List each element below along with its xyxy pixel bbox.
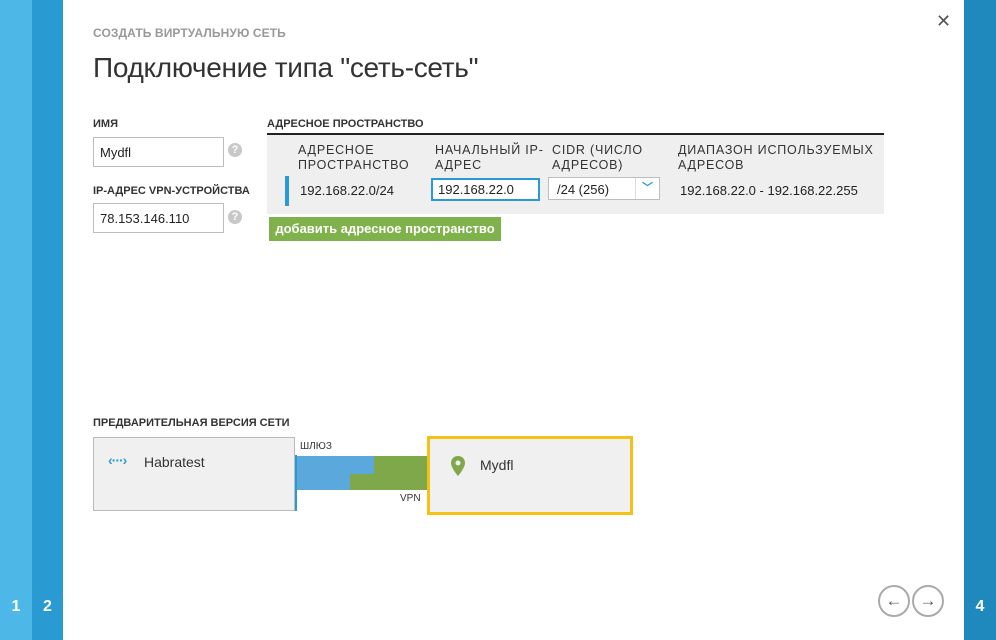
column-header-cidr: CIDR (ЧИСЛО АДРЕСОВ)	[552, 143, 643, 172]
column-header-address-space: АДРЕСНОЕ ПРОСТРАНСТВО	[298, 143, 410, 172]
wizard-label: СОЗДАТЬ ВИРТУАЛЬНУЮ СЕТЬ	[93, 26, 286, 40]
arrow-right-icon: →	[919, 591, 937, 610]
vpn-link-remote	[350, 474, 428, 490]
close-icon[interactable]: ✕	[936, 11, 951, 32]
vpn-label: VPN	[400, 493, 421, 504]
remote-network-tile[interactable]: Mydfl	[427, 436, 633, 515]
chevron-down-icon[interactable]: ﹀	[635, 178, 659, 199]
name-label: ИМЯ	[93, 118, 118, 130]
virtual-network-icon: ‹···›	[108, 452, 127, 468]
next-button[interactable]: →	[912, 585, 944, 617]
step-rail-4[interactable]: 4	[964, 0, 996, 640]
step-number-1: 1	[11, 598, 21, 615]
remote-network-name: Mydfl	[480, 457, 514, 473]
address-space-value: 192.168.22.0/24	[300, 183, 394, 198]
column-header-usable-range: ДИАПАЗОН ИСПОЛЬЗУЕМЫХ АДРЕСОВ	[678, 143, 874, 172]
add-address-space-button[interactable]: добавить адресное пространство	[269, 217, 501, 241]
step-rail-2[interactable]: 2	[32, 0, 63, 640]
network-preview-label: ПРЕДВАРИТЕЛЬНАЯ ВЕРСИЯ СЕТИ	[93, 417, 290, 429]
step-number-4: 4	[975, 598, 985, 615]
row-selection-marker	[285, 176, 289, 206]
vpn-device-label: IP-АДРЕС VPN-УСТРОЙСТВА	[93, 185, 250, 197]
back-button[interactable]: ←	[878, 585, 910, 617]
help-icon[interactable]: ?	[228, 143, 242, 157]
local-network-name: Habratest	[144, 454, 205, 470]
location-pin-icon	[451, 456, 465, 476]
name-input[interactable]	[93, 137, 224, 167]
cidr-selected-value: /24 (256)	[557, 182, 610, 197]
arrow-left-icon: ←	[885, 591, 903, 610]
local-network-tile[interactable]: ‹···› Habratest	[93, 437, 295, 511]
vpn-link-local	[297, 474, 350, 490]
step-rail-1[interactable]: 1	[0, 0, 32, 640]
address-space-table: АДРЕСНОЕ ПРОСТРАНСТВО НАЧАЛЬНЫЙ IP-АДРЕС…	[267, 135, 884, 214]
usable-range-value: 192.168.22.0 - 192.168.22.255	[680, 183, 858, 198]
page-title: Подключение типа "сеть-сеть"	[93, 52, 479, 83]
vpn-device-input[interactable]	[93, 203, 224, 233]
help-icon[interactable]: ?	[228, 210, 242, 224]
address-space-section-label: АДРЕСНОЕ ПРОСТРАНСТВО	[267, 118, 424, 130]
step-number-2: 2	[43, 598, 52, 615]
start-ip-input[interactable]	[431, 178, 540, 201]
column-header-start-ip: НАЧАЛЬНЫЙ IP-АДРЕС	[435, 143, 544, 172]
gateway-label: ШЛЮЗ	[300, 441, 332, 452]
cidr-select[interactable]: /24 (256) ﹀	[548, 177, 660, 200]
vpn-link-remote	[374, 456, 428, 474]
